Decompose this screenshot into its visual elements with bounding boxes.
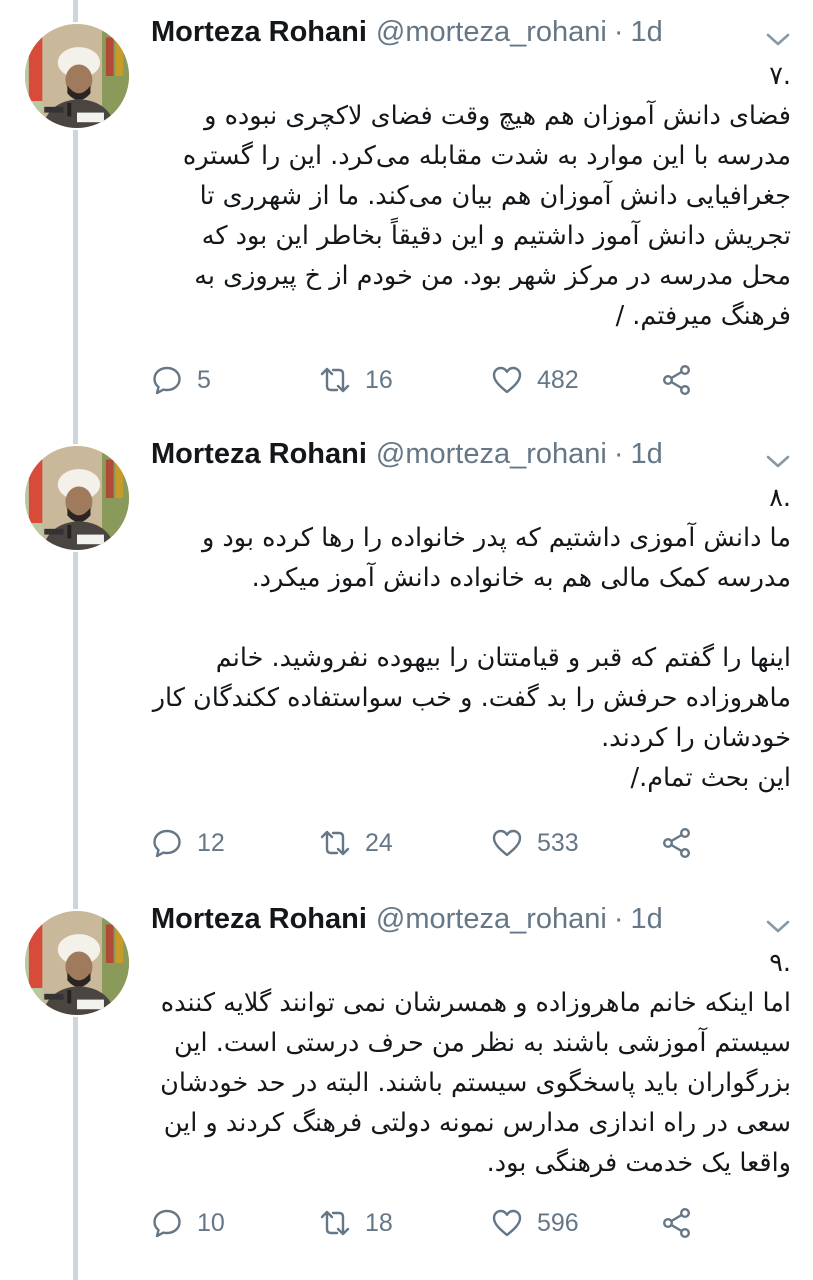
reply-icon [153, 366, 181, 395]
avatar-image [25, 24, 129, 128]
separator-dot: · [613, 903, 624, 935]
separator-dot: · [613, 438, 624, 470]
reply-count: 10 [197, 1208, 225, 1237]
retweet-count: 18 [365, 1208, 393, 1237]
retweet-button[interactable]: 24 [319, 825, 393, 861]
share-icon [663, 1208, 691, 1239]
share-button[interactable] [661, 825, 693, 861]
like-button[interactable]: 596 [491, 1205, 579, 1241]
retweet-count: 16 [365, 365, 393, 394]
avatar[interactable] [23, 444, 131, 552]
separator-dot: · [613, 16, 624, 48]
like-icon [492, 1209, 522, 1237]
retweet-button[interactable]: 16 [319, 362, 393, 398]
avatar-image [25, 911, 129, 1015]
tweet-actions: 10 18 596 [151, 1205, 751, 1241]
retweet-button[interactable]: 18 [319, 1205, 393, 1241]
tweet-header: Morteza Rohani @morteza_rohani · 1d [151, 903, 663, 943]
retweet-icon [320, 1210, 350, 1236]
reply-icon [153, 829, 181, 858]
like-button[interactable]: 482 [491, 362, 579, 398]
like-count: 596 [537, 1208, 579, 1237]
retweet-count: 24 [365, 828, 393, 857]
tweet-actions: 12 24 533 [151, 825, 751, 861]
author-name[interactable]: Morteza Rohani [151, 16, 367, 49]
timestamp[interactable]: 1d [631, 903, 663, 936]
chevron-down-icon[interactable] [763, 450, 793, 472]
share-button[interactable] [661, 362, 693, 398]
chevron-down-icon[interactable] [763, 915, 793, 937]
like-count: 482 [537, 365, 579, 394]
reply-count: 12 [197, 828, 225, 857]
share-icon [663, 828, 691, 859]
author-name[interactable]: Morteza Rohani [151, 438, 367, 471]
chevron-down-icon[interactable] [763, 28, 793, 50]
tweet-text: .۷ فضای دانش آموزان هم هیچ وقت فضای لاکچ… [182, 61, 791, 331]
tweet-text: .۸ ما دانش آموزی داشتیم که پدر خانواده ر… [152, 483, 791, 793]
like-count: 533 [537, 828, 579, 857]
tweet-header: Morteza Rohani @morteza_rohani · 1d [151, 438, 663, 478]
author-handle[interactable]: @morteza_rohani [376, 438, 607, 471]
tweet-actions: 5 16 482 [151, 362, 751, 398]
author-name[interactable]: Morteza Rohani [151, 903, 367, 936]
like-icon [492, 829, 522, 857]
retweet-icon [320, 367, 350, 393]
share-button[interactable] [661, 1205, 693, 1241]
avatar[interactable] [23, 909, 131, 1017]
timestamp[interactable]: 1d [631, 438, 663, 471]
reply-count: 5 [197, 365, 211, 394]
tweet[interactable]: Morteza Rohani @morteza_rohani · 1d .۹ ا… [0, 887, 813, 1280]
retweet-icon [320, 830, 350, 856]
author-handle[interactable]: @morteza_rohani [376, 903, 607, 936]
share-icon [663, 365, 691, 396]
tweet-text: .۹ اما اینکه خانم ماهروزاده و همسرشان نم… [160, 948, 791, 1178]
tweet[interactable]: Morteza Rohani @morteza_rohani · 1d .۷ ف… [0, 0, 813, 422]
like-icon [492, 366, 522, 394]
timestamp[interactable]: 1d [631, 16, 663, 49]
avatar[interactable] [23, 22, 131, 130]
like-button[interactable]: 533 [491, 825, 579, 861]
avatar-image [25, 446, 129, 550]
reply-button[interactable]: 12 [151, 825, 225, 861]
reply-button[interactable]: 10 [151, 1205, 225, 1241]
tweet[interactable]: Morteza Rohani @morteza_rohani · 1d .۸ م… [0, 422, 813, 887]
reply-button[interactable]: 5 [151, 362, 211, 398]
reply-icon [153, 1209, 181, 1238]
author-handle[interactable]: @morteza_rohani [376, 16, 607, 49]
tweet-header: Morteza Rohani @morteza_rohani · 1d [151, 16, 663, 56]
